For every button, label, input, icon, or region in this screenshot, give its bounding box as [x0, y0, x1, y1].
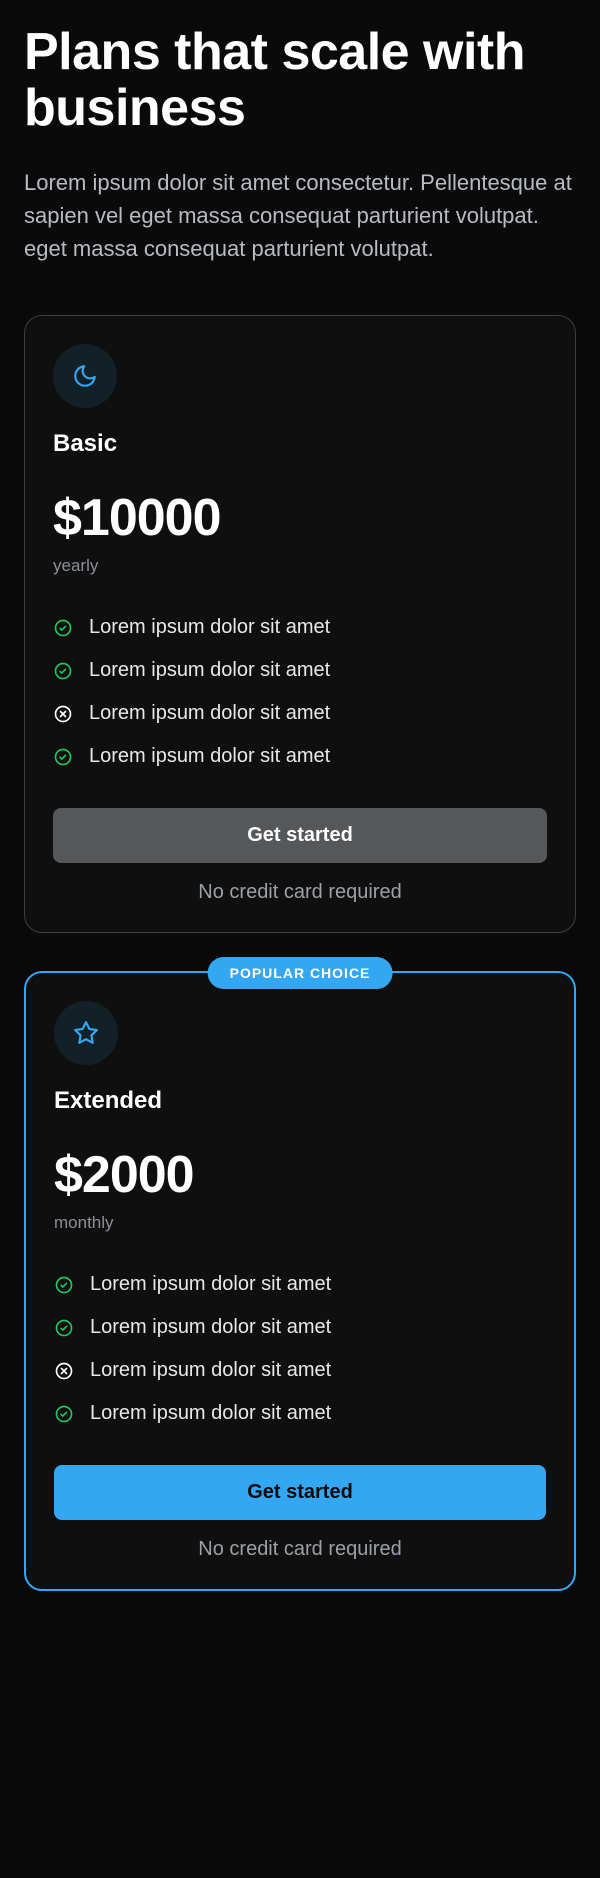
plan-card-basic: Basic $10000 yearly Lorem ipsum dolor sit a…	[24, 315, 576, 933]
feature-text: Lorem ipsum dolor sit amet	[89, 702, 330, 725]
check-circle-icon	[54, 1275, 74, 1295]
page-title: Plans that scale with business	[24, 24, 576, 136]
plan-period: monthly	[54, 1213, 546, 1233]
check-circle-icon	[54, 1318, 74, 1338]
plan-price: $10000	[53, 488, 547, 548]
x-circle-icon	[53, 704, 73, 724]
feature-text: Lorem ipsum dolor sit amet	[89, 616, 330, 639]
feature-text: Lorem ipsum dolor sit amet	[90, 1402, 331, 1425]
feature-text: Lorem ipsum dolor sit amet	[90, 1273, 331, 1296]
check-circle-icon	[53, 661, 73, 681]
x-circle-icon	[54, 1361, 74, 1381]
plan-card-extended: POPULAR CHOICEExtended$2000monthlyLorem …	[24, 971, 576, 1591]
check-circle-icon	[54, 1404, 74, 1424]
feature-text: Lorem ipsum dolor sit amet	[89, 745, 330, 768]
feature-item: Lorem ipsum dolor sit amet	[54, 1392, 546, 1435]
feature-list: Lorem ipsum dolor sit amet Lorem ipsum do…	[54, 1263, 546, 1435]
no-credit-card-note: No credit card required	[54, 1538, 546, 1561]
feature-text: Lorem ipsum dolor sit amet	[89, 659, 330, 682]
popular-badge: POPULAR CHOICE	[208, 957, 393, 989]
no-credit-card-note: No credit card required	[53, 881, 547, 904]
feature-item: Lorem ipsum dolor sit amet	[53, 649, 547, 692]
get-started-button[interactable]: Get started	[53, 808, 547, 863]
star-icon	[54, 1001, 118, 1065]
check-circle-icon	[53, 747, 73, 767]
feature-item: Lorem ipsum dolor sit amet	[53, 735, 547, 778]
page-subtitle: Lorem ipsum dolor sit amet consectetur. …	[24, 166, 576, 265]
get-started-button[interactable]: Get started	[54, 1465, 546, 1520]
feature-item: Lorem ipsum dolor sit amet	[54, 1263, 546, 1306]
feature-text: Lorem ipsum dolor sit amet	[90, 1359, 331, 1382]
feature-text: Lorem ipsum dolor sit amet	[90, 1316, 331, 1339]
plan-period: yearly	[53, 556, 547, 576]
feature-item: Lorem ipsum dolor sit amet	[54, 1306, 546, 1349]
feature-item: Lorem ipsum dolor sit amet	[53, 606, 547, 649]
moon-icon	[53, 344, 117, 408]
plan-price: $2000	[54, 1145, 546, 1205]
feature-item: Lorem ipsum dolor sit amet	[53, 692, 547, 735]
feature-list: Lorem ipsum dolor sit amet Lorem ipsum do…	[53, 606, 547, 778]
feature-item: Lorem ipsum dolor sit amet	[54, 1349, 546, 1392]
plan-name: Extended	[54, 1087, 546, 1115]
plan-name: Basic	[53, 430, 547, 458]
check-circle-icon	[53, 618, 73, 638]
